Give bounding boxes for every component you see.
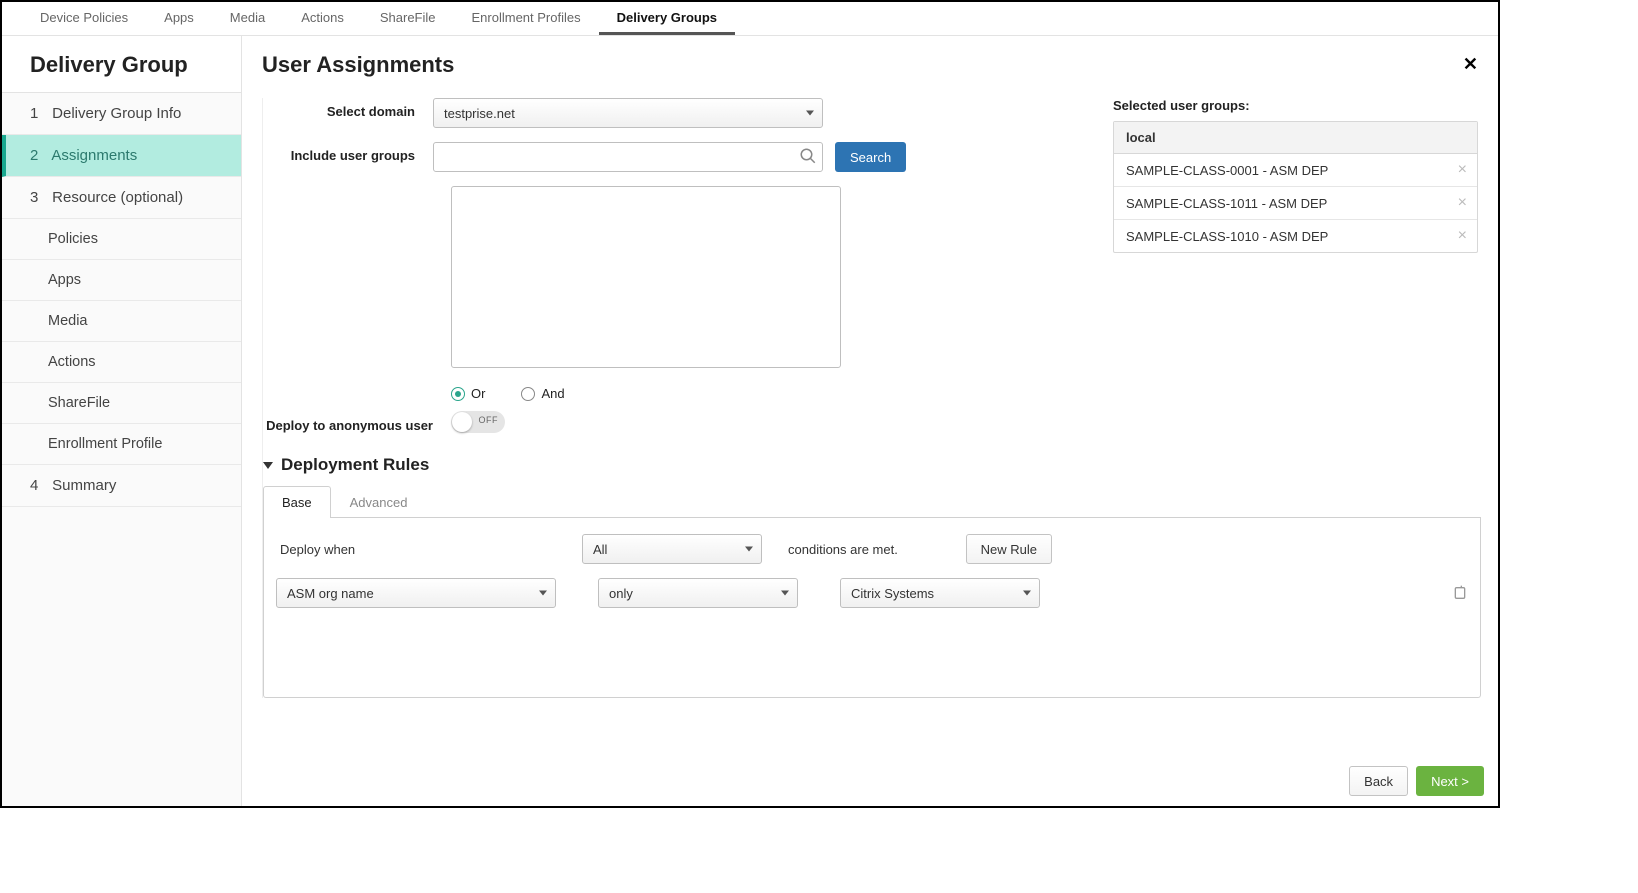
- search-icon: [799, 147, 817, 165]
- deploy-anonymous-label: Deploy to anonymous user: [263, 412, 451, 433]
- conditions-met-text: conditions are met.: [778, 542, 898, 557]
- rule-field-select[interactable]: ASM org name: [276, 578, 556, 608]
- include-user-groups-label: Include user groups: [263, 142, 433, 163]
- include-user-groups-input[interactable]: [433, 142, 823, 172]
- selected-group-item: SAMPLE-CLASS-1011 - ASM DEP ×: [1114, 187, 1477, 220]
- sidebar-item-label: Media: [48, 313, 88, 329]
- sidebar-item-label: ShareFile: [48, 395, 110, 411]
- chevron-down-icon: [745, 547, 753, 552]
- search-button[interactable]: Search: [835, 142, 906, 172]
- sidebar-step-num: 3: [30, 189, 48, 206]
- chevron-down-icon: [1023, 591, 1031, 596]
- content-area: User Assignments ✕ Select domain testpri…: [242, 36, 1498, 806]
- rule-value-select[interactable]: Citrix Systems: [840, 578, 1040, 608]
- user-groups-results-box[interactable]: [451, 186, 841, 368]
- selected-user-groups-header: local: [1114, 122, 1477, 154]
- delete-rule-icon[interactable]: [1452, 585, 1468, 601]
- select-domain-label: Select domain: [263, 98, 433, 119]
- logic-and-label: And: [541, 386, 564, 401]
- selected-user-groups-title: Selected user groups:: [1113, 98, 1478, 113]
- deployment-rules-title: Deployment Rules: [281, 455, 429, 475]
- logic-and-radio[interactable]: And: [521, 386, 588, 401]
- tab-sharefile[interactable]: ShareFile: [362, 2, 454, 35]
- chevron-down-icon: [781, 591, 789, 596]
- rule-operator-value: only: [609, 586, 633, 601]
- sidebar-item-label: Assignments: [51, 147, 137, 164]
- tab-actions[interactable]: Actions: [283, 2, 362, 35]
- sidebar-item-label: Policies: [48, 231, 98, 247]
- next-button[interactable]: Next >: [1416, 766, 1484, 796]
- deploy-when-label: Deploy when: [276, 542, 566, 557]
- chevron-down-icon: [539, 591, 547, 596]
- sidebar-item-enrollment-profile[interactable]: Enrollment Profile: [2, 424, 241, 465]
- selected-group-label: SAMPLE-CLASS-1011 - ASM DEP: [1126, 196, 1327, 211]
- tab-device-policies[interactable]: Device Policies: [22, 2, 146, 35]
- select-domain-value: testprise.net: [444, 106, 515, 121]
- back-button[interactable]: Back: [1349, 766, 1408, 796]
- sidebar-item-media[interactable]: Media: [2, 301, 241, 342]
- deploy-anonymous-toggle[interactable]: OFF: [451, 411, 505, 433]
- sidebar-step-num: 1: [30, 105, 48, 122]
- toggle-state: OFF: [479, 415, 499, 425]
- tab-base[interactable]: Base: [263, 486, 331, 518]
- tab-media[interactable]: Media: [212, 2, 283, 35]
- sidebar-item-label: Resource (optional): [52, 189, 183, 206]
- deploy-when-value: All: [593, 542, 607, 557]
- sidebar-item-sharefile[interactable]: ShareFile: [2, 383, 241, 424]
- sidebar-step-num: 4: [30, 477, 48, 494]
- rule-operator-select[interactable]: only: [598, 578, 798, 608]
- radio-icon: [521, 387, 535, 401]
- tab-delivery-groups[interactable]: Delivery Groups: [599, 2, 735, 35]
- select-domain-dropdown[interactable]: testprise.net: [433, 98, 823, 128]
- selected-group-item: SAMPLE-CLASS-1010 - ASM DEP ×: [1114, 220, 1477, 252]
- page-title: User Assignments: [262, 52, 1478, 78]
- wizard-footer: Back Next >: [1349, 766, 1484, 796]
- wizard-sidebar: Delivery Group 1 Delivery Group Info 2 A…: [2, 36, 242, 806]
- deploy-when-select[interactable]: All: [582, 534, 762, 564]
- chevron-down-icon: [806, 111, 814, 116]
- deployment-rules-toggle[interactable]: Deployment Rules: [263, 455, 1083, 475]
- rule-value-value: Citrix Systems: [851, 586, 934, 601]
- selected-group-label: SAMPLE-CLASS-1010 - ASM DEP: [1126, 229, 1328, 244]
- selected-group-label: SAMPLE-CLASS-0001 - ASM DEP: [1126, 163, 1328, 178]
- remove-group-icon[interactable]: ×: [1458, 195, 1467, 211]
- close-icon[interactable]: ✕: [1463, 54, 1478, 75]
- top-nav: Device Policies Apps Media Actions Share…: [2, 2, 1498, 36]
- sidebar-item-label: Delivery Group Info: [52, 105, 181, 122]
- selected-user-groups-box: local SAMPLE-CLASS-0001 - ASM DEP × SAMP…: [1113, 121, 1478, 253]
- sidebar-item-delivery-group-info[interactable]: 1 Delivery Group Info: [2, 93, 241, 135]
- sidebar-item-assignments[interactable]: 2 Assignments: [2, 135, 241, 177]
- sidebar-item-policies[interactable]: Policies: [2, 219, 241, 260]
- sidebar-item-label: Summary: [52, 477, 116, 494]
- sidebar-item-label: Enrollment Profile: [48, 436, 162, 452]
- sidebar-item-label: Actions: [48, 354, 96, 370]
- sidebar-item-apps[interactable]: Apps: [2, 260, 241, 301]
- remove-group-icon[interactable]: ×: [1458, 162, 1467, 178]
- sidebar-item-resource[interactable]: 3 Resource (optional): [2, 177, 241, 219]
- tab-advanced[interactable]: Advanced: [331, 486, 427, 518]
- sidebar-step-num: 2: [30, 147, 48, 164]
- remove-group-icon[interactable]: ×: [1458, 228, 1467, 244]
- logic-or-label: Or: [471, 386, 485, 401]
- sidebar-item-label: Apps: [48, 272, 81, 288]
- selected-group-item: SAMPLE-CLASS-0001 - ASM DEP ×: [1114, 154, 1477, 187]
- caret-down-icon: [263, 462, 273, 469]
- radio-icon: [451, 387, 465, 401]
- sidebar-title: Delivery Group: [2, 36, 241, 93]
- new-rule-button[interactable]: New Rule: [966, 534, 1052, 564]
- logic-or-radio[interactable]: Or: [451, 386, 509, 401]
- rule-field-value: ASM org name: [287, 586, 374, 601]
- sidebar-item-actions[interactable]: Actions: [2, 342, 241, 383]
- sidebar-item-summary[interactable]: 4 Summary: [2, 465, 241, 507]
- tab-enrollment-profiles[interactable]: Enrollment Profiles: [454, 2, 599, 35]
- tab-apps[interactable]: Apps: [146, 2, 212, 35]
